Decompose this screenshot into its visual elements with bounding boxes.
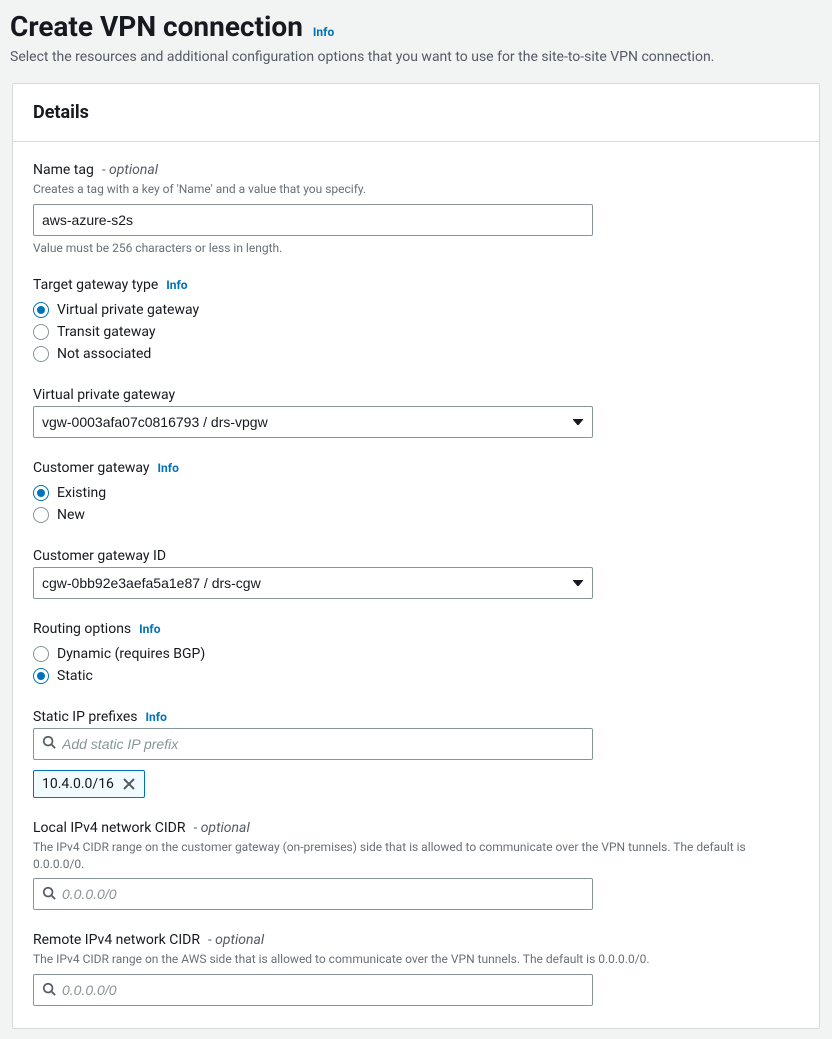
remote-cidr-input-wrap[interactable] — [33, 974, 593, 1006]
local-cidr-optional: - optional — [194, 820, 250, 836]
target-gateway-label: Target gateway type — [33, 277, 158, 293]
local-cidr-input[interactable] — [62, 886, 584, 902]
name-tag-optional: - optional — [102, 162, 158, 178]
customer-gateway-new-radio[interactable]: New — [33, 504, 799, 526]
target-gateway-vpg-radio[interactable]: Virtual private gateway — [33, 299, 799, 321]
name-tag-input[interactable] — [33, 204, 593, 236]
name-tag-helper: Creates a tag with a key of 'Name' and a… — [33, 181, 799, 198]
routing-dynamic-radio[interactable]: Dynamic (requires BGP) — [33, 643, 799, 665]
target-gateway-none-radio[interactable]: Not associated — [33, 343, 799, 365]
customer-gateway-existing-radio[interactable]: Existing — [33, 482, 799, 504]
vpg-select[interactable]: vgw-0003afa07c0816793 / drs-vpgw — [33, 406, 593, 438]
search-icon — [42, 885, 56, 904]
radio-selected-icon — [33, 668, 49, 684]
routing-static-radio[interactable]: Static — [33, 665, 799, 687]
name-tag-constraint: Value must be 256 characters or less in … — [33, 241, 799, 255]
search-icon — [42, 734, 56, 753]
radio-unselected-icon — [33, 324, 49, 340]
static-prefix-token: 10.4.0.0/16 — [33, 770, 145, 798]
target-gateway-vpg-label: Virtual private gateway — [57, 302, 199, 318]
details-header: Details — [33, 102, 799, 123]
routing-info-link[interactable]: Info — [139, 622, 160, 636]
search-icon — [42, 981, 56, 1000]
remote-cidr-optional: - optional — [208, 932, 264, 948]
radio-selected-icon — [33, 302, 49, 318]
local-cidr-label: Local IPv4 network CIDR — [33, 820, 186, 836]
static-prefixes-info-link[interactable]: Info — [146, 710, 167, 724]
customer-gateway-new-label: New — [57, 507, 85, 523]
static-prefix-token-text: 10.4.0.0/16 — [42, 776, 114, 792]
cgw-id-label: Customer gateway ID — [33, 548, 166, 564]
local-cidr-helper: The IPv4 CIDR range on the customer gate… — [33, 839, 799, 873]
routing-static-label: Static — [57, 668, 93, 684]
radio-unselected-icon — [33, 346, 49, 362]
radio-selected-icon — [33, 485, 49, 501]
remove-token-button[interactable] — [122, 777, 136, 791]
details-panel: Details Name tag - optional Creates a ta… — [12, 83, 820, 1029]
radio-unselected-icon — [33, 507, 49, 523]
static-prefix-input-wrap[interactable] — [33, 728, 593, 760]
vpg-label: Virtual private gateway — [33, 387, 175, 403]
routing-label: Routing options — [33, 621, 131, 637]
target-gateway-none-label: Not associated — [57, 346, 151, 362]
static-prefixes-label: Static IP prefixes — [33, 709, 138, 725]
name-tag-label: Name tag — [33, 162, 94, 178]
remote-cidr-input[interactable] — [62, 982, 584, 998]
cgw-id-select[interactable]: cgw-0bb92e3aefa5a1e87 / drs-cgw — [33, 567, 593, 599]
page-title: Create VPN connection — [10, 10, 303, 43]
target-gateway-tgw-label: Transit gateway — [57, 324, 155, 340]
customer-gateway-info-link[interactable]: Info — [158, 461, 179, 475]
customer-gateway-label: Customer gateway — [33, 460, 150, 476]
local-cidr-input-wrap[interactable] — [33, 878, 593, 910]
customer-gateway-existing-label: Existing — [57, 485, 106, 501]
radio-unselected-icon — [33, 646, 49, 662]
remote-cidr-helper: The IPv4 CIDR range on the AWS side that… — [33, 951, 799, 968]
target-gateway-info-link[interactable]: Info — [166, 278, 187, 292]
remote-cidr-label: Remote IPv4 network CIDR — [33, 932, 200, 948]
page-info-link[interactable]: Info — [313, 25, 334, 39]
page-description: Select the resources and additional conf… — [10, 49, 822, 65]
target-gateway-tgw-radio[interactable]: Transit gateway — [33, 321, 799, 343]
static-prefix-input[interactable] — [62, 736, 584, 752]
routing-dynamic-label: Dynamic (requires BGP) — [57, 646, 205, 662]
